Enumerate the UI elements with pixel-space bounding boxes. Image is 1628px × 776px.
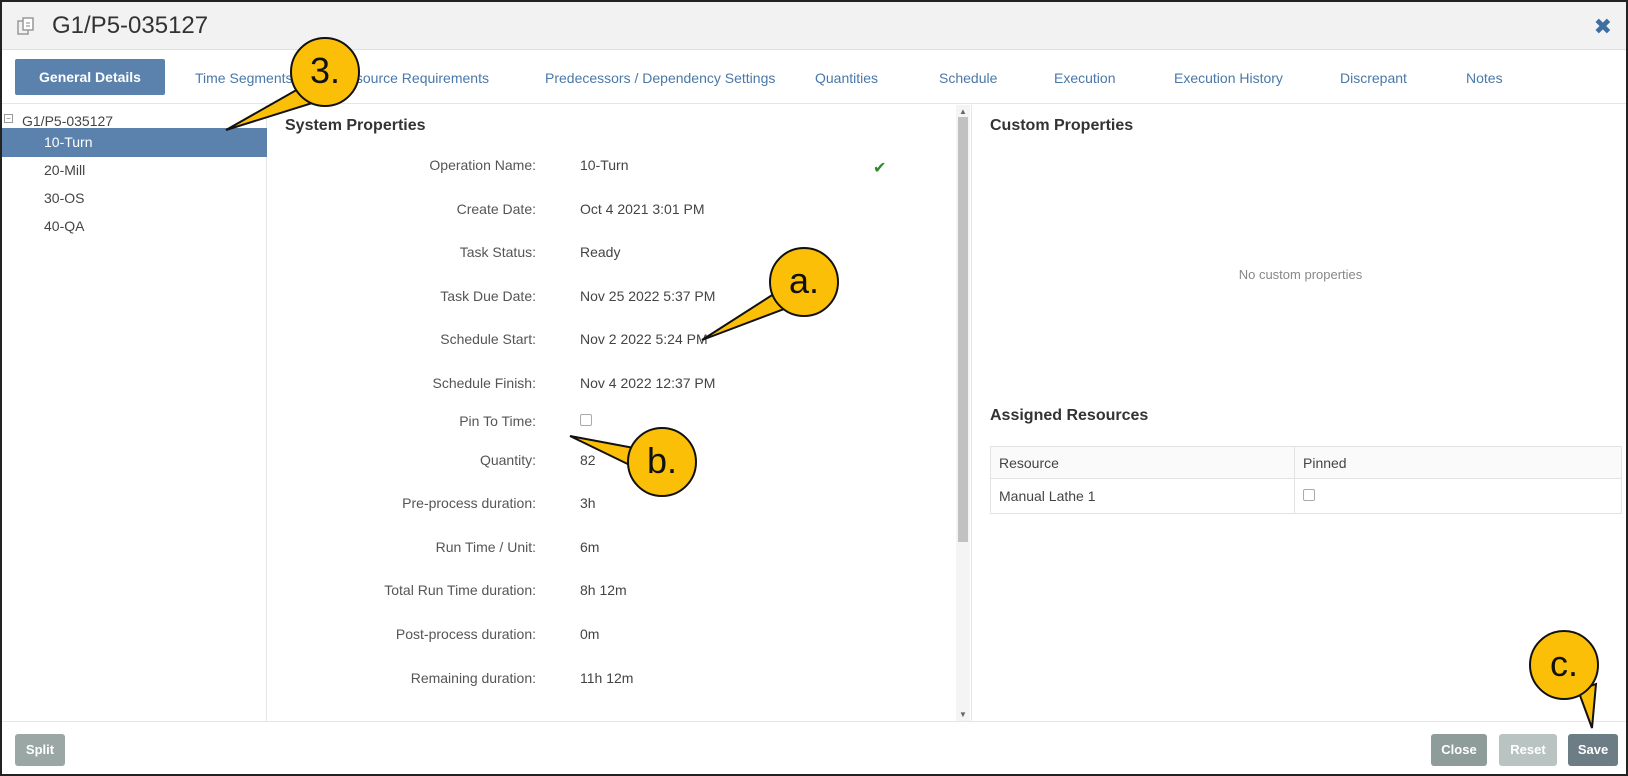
- tab-time-segments[interactable]: Time Segments: [195, 70, 293, 86]
- prop-value: 8h 12m: [580, 582, 627, 598]
- prop-value: 82: [580, 452, 596, 468]
- tab-quantities[interactable]: Quantities: [815, 70, 878, 86]
- no-custom-properties-message: No custom properties: [1238, 267, 1363, 282]
- right-pane: Custom Properties No custom properties A…: [971, 105, 1626, 721]
- dialog-window: G1/P5-035127 ✖ General Details Time Segm…: [0, 0, 1628, 776]
- tree-item-20-mill[interactable]: 20-Mill: [2, 156, 267, 185]
- prop-label: Remaining duration:: [410, 670, 536, 686]
- prop-value: 0m: [580, 626, 600, 642]
- tab-execution[interactable]: Execution: [1054, 70, 1115, 86]
- prop-label: Quantity:: [479, 452, 536, 468]
- prop-label: Run Time / Unit:: [435, 539, 536, 555]
- prop-label: Post-process duration:: [395, 626, 536, 642]
- close-button[interactable]: Close: [1431, 734, 1487, 766]
- document-copy-icon: [17, 17, 34, 35]
- pinned-cell: [1294, 478, 1622, 514]
- checkmark-icon: ✔: [873, 160, 887, 177]
- prop-value: Nov 2 2022 5:24 PM: [580, 331, 708, 347]
- title-bar: G1/P5-035127 ✖: [2, 2, 1626, 50]
- tree-root-label: G1/P5-035127: [22, 113, 114, 129]
- tab-resource-requirements[interactable]: Resource Requirements: [338, 70, 489, 86]
- collapse-icon[interactable]: −: [4, 114, 13, 123]
- prop-value: Ready: [580, 244, 621, 260]
- tab-notes[interactable]: Notes: [1466, 70, 1503, 86]
- tree-item-40-qa[interactable]: 40-QA: [2, 212, 267, 241]
- tab-general-details[interactable]: General Details: [15, 59, 165, 95]
- prop-value: Nov 25 2022 5:37 PM: [580, 288, 716, 304]
- callout-label-b: b.: [646, 440, 678, 481]
- prop-value: Nov 4 2022 12:37 PM: [580, 375, 716, 391]
- prop-value: 3h: [580, 495, 596, 511]
- column-header-resource[interactable]: Resource: [990, 446, 1295, 479]
- save-button[interactable]: Save: [1568, 734, 1618, 766]
- callout-label-3: 3.: [309, 50, 341, 91]
- scrollbar-thumb[interactable]: [958, 117, 968, 542]
- window-title: G1/P5-035127: [52, 12, 209, 39]
- prop-label: Operation Name:: [429, 157, 536, 173]
- system-properties-panel: System Properties Operation Name: 10-Tur…: [268, 105, 956, 721]
- split-button[interactable]: Split: [15, 734, 65, 766]
- assigned-resources-title: Assigned Resources: [990, 407, 1149, 424]
- prop-label: Create Date:: [456, 201, 536, 217]
- column-header-pinned[interactable]: Pinned: [1294, 446, 1622, 479]
- callout-label-a: a.: [788, 260, 820, 301]
- pin-to-time-checkbox[interactable]: [580, 414, 592, 426]
- prop-value: Oct 4 2021 3:01 PM: [580, 201, 705, 217]
- vertical-scrollbar[interactable]: ▲ ▼: [956, 105, 970, 721]
- tab-execution-history[interactable]: Execution History: [1174, 70, 1283, 86]
- reset-button[interactable]: Reset: [1499, 734, 1557, 766]
- close-x-icon[interactable]: ✖: [1594, 14, 1612, 40]
- prop-value: 6m: [580, 539, 600, 555]
- system-properties-title: System Properties: [285, 117, 426, 134]
- table-row[interactable]: Manual Lathe 1: [990, 478, 1622, 514]
- resource-cell: Manual Lathe 1: [990, 478, 1295, 514]
- prop-label: Schedule Finish:: [432, 375, 536, 391]
- tree-item-30-os[interactable]: 30-OS: [2, 184, 267, 213]
- prop-label: Task Due Date:: [440, 288, 536, 304]
- scroll-down-icon[interactable]: ▼: [959, 710, 967, 719]
- prop-label: Pre-process duration:: [402, 495, 536, 511]
- callout-label-c: c.: [1549, 643, 1578, 684]
- operation-tree: − G1/P5-035127 10-Turn 20-Mill 30-OS 40-…: [2, 105, 267, 721]
- tab-predecessors[interactable]: Predecessors / Dependency Settings: [545, 70, 775, 86]
- prop-value: 10-Turn: [580, 157, 629, 173]
- footer-bar: Split Close Reset Save: [2, 721, 1626, 774]
- tab-strip: General Details Time Segments Resource R…: [2, 50, 1626, 104]
- scroll-up-icon[interactable]: ▲: [959, 107, 967, 116]
- assigned-resources-table: Resource Pinned Manual Lathe 1: [990, 446, 1622, 514]
- pinned-checkbox[interactable]: [1303, 489, 1315, 501]
- prop-label: Schedule Start:: [440, 331, 536, 347]
- custom-properties-title: Custom Properties: [990, 117, 1134, 134]
- prop-value: 11h 12m: [580, 670, 634, 686]
- tree-item-10-turn[interactable]: 10-Turn: [2, 128, 267, 157]
- tab-schedule[interactable]: Schedule: [939, 70, 997, 86]
- prop-label: Total Run Time duration:: [384, 582, 536, 598]
- table-header-row: Resource Pinned: [990, 446, 1622, 479]
- prop-label: Task Status:: [459, 244, 536, 260]
- prop-label: Pin To Time:: [459, 413, 536, 429]
- tab-discrepant[interactable]: Discrepant: [1340, 70, 1407, 86]
